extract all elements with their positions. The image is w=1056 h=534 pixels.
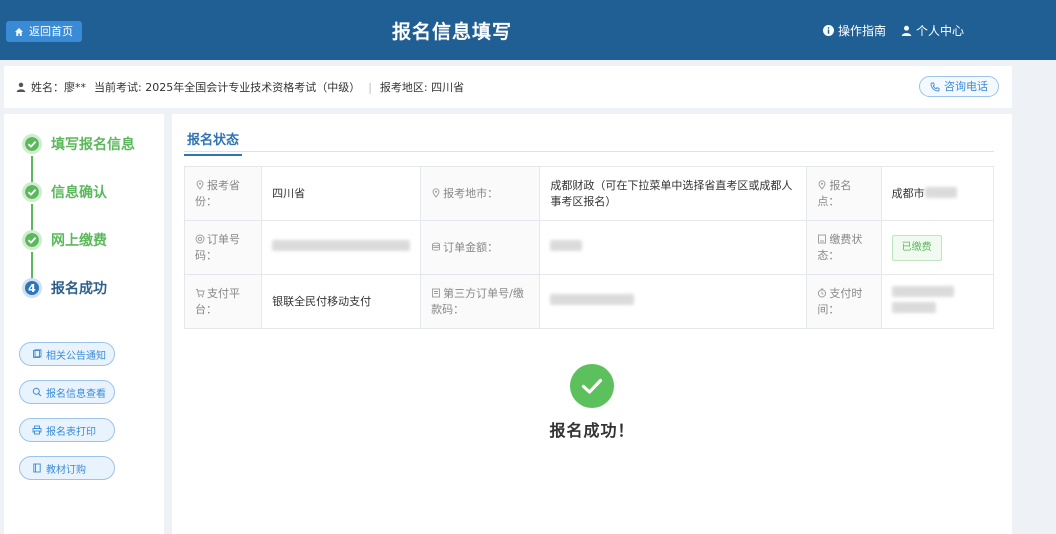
pay-time-value xyxy=(880,274,995,329)
book-icon xyxy=(33,463,41,473)
amount-value xyxy=(539,220,808,275)
redacted-text xyxy=(550,293,635,305)
redacted-text xyxy=(891,285,954,297)
guide-link[interactable]: 操作指南 xyxy=(823,22,886,39)
wallet-icon xyxy=(818,234,827,243)
step-label: 填写报名信息 xyxy=(51,137,135,153)
textbook-order-label: 教材订购 xyxy=(46,464,86,476)
step-fill-info: 填写报名信息 xyxy=(22,134,135,154)
success-message: 报名成功！ xyxy=(549,421,635,440)
third-party-key: 第三方订单号/缴款码： xyxy=(431,286,524,316)
table-key-cell: 订单号码： xyxy=(183,220,263,275)
table-key-cell: 支付时间： xyxy=(806,274,882,329)
info-icon xyxy=(823,25,834,36)
print-form-label: 报名表打印 xyxy=(46,426,96,438)
consult-phone-button[interactable]: 咨询电话 xyxy=(919,76,999,97)
user-icon xyxy=(16,82,26,92)
step-label: 网上缴费 xyxy=(51,233,107,249)
clock-icon xyxy=(818,287,827,297)
order-value xyxy=(261,220,422,275)
candidate-name: 姓名：廖** xyxy=(31,81,86,94)
step-success: 4 报名成功 xyxy=(22,278,107,298)
amount-key: 订单金额： xyxy=(443,240,499,254)
print-icon xyxy=(32,425,42,435)
step-payment: 网上缴费 xyxy=(22,230,107,250)
third-party-value xyxy=(539,274,808,329)
exam-region: 报考地区: 四川省 xyxy=(379,81,465,94)
database-icon xyxy=(432,242,441,251)
print-form-button[interactable]: 报名表打印 xyxy=(19,418,115,442)
top-header: 返回首页 报名信息填写 操作指南 个人中心 xyxy=(0,0,1056,60)
paid-status-badge: 已缴费 xyxy=(891,234,942,261)
announcement-button[interactable]: 相关公告通知 xyxy=(19,342,115,366)
platform-value: 银联全民付移动支付 xyxy=(261,274,422,329)
table-row: 订单号码： 订单金额： 缴费状态： 已缴费 xyxy=(183,220,995,275)
step-done-icon xyxy=(22,134,42,154)
table-key-cell: 订单金额： xyxy=(420,220,541,275)
step-done-icon xyxy=(22,182,42,202)
location-icon xyxy=(196,179,204,190)
progress-sidebar: 填写报名信息 信息确认 网上缴费 4 报名成功 相关公告通知 报名信息查看 报名… xyxy=(4,114,164,534)
step-confirm: 信息确认 xyxy=(22,182,107,202)
step-done-icon xyxy=(22,230,42,250)
table-row: 报考省份： 四川省 报考地市： 成都财政（可在下拉菜单中选择省直考区或成都人事考… xyxy=(183,166,995,221)
current-exam: 当前考试: 2025年全国会计专业技术资格考试（中级） xyxy=(94,81,361,94)
guide-label: 操作指南 xyxy=(838,24,887,38)
success-check-icon xyxy=(570,364,614,408)
notice-icon xyxy=(33,349,42,358)
redacted-text xyxy=(550,239,583,251)
section-header: 报名状态 xyxy=(184,124,994,156)
search-icon xyxy=(32,387,42,397)
textbook-order-button[interactable]: 教材订购 xyxy=(19,456,115,480)
city-value: 成都财政（可在下拉菜单中选择省直考区或成都人事考区报名） xyxy=(539,166,808,221)
table-key-cell: 报考省份： xyxy=(183,166,263,221)
province-value: 四川省 xyxy=(261,166,422,221)
page-title: 报名信息填写 xyxy=(391,21,512,43)
view-info-button[interactable]: 报名信息查看 xyxy=(19,380,115,404)
cart-icon xyxy=(196,288,205,297)
user-icon xyxy=(901,25,912,36)
personal-center-link[interactable]: 个人中心 xyxy=(901,22,964,39)
at-icon xyxy=(195,234,205,243)
redacted-text xyxy=(272,239,411,251)
section-title: 报名状态 xyxy=(184,124,243,156)
step-number-badge: 4 xyxy=(22,278,42,298)
redacted-text xyxy=(891,301,936,313)
table-key-cell: 支付平台： xyxy=(183,274,263,329)
site-value-cell: 成都市 xyxy=(880,166,995,221)
pay-status-cell: 已缴费 xyxy=(880,220,995,275)
city-key: 报考地市： xyxy=(443,186,499,200)
location-icon xyxy=(432,187,440,198)
table-key-cell: 报考地市： xyxy=(420,166,541,221)
consult-phone-label: 咨询电话 xyxy=(944,80,988,93)
location-icon xyxy=(818,179,826,190)
table-key-cell: 第三方订单号/缴款码： xyxy=(420,274,541,329)
success-block: 报名成功！ xyxy=(172,364,1012,441)
site-value: 成都市 xyxy=(891,186,925,200)
main-panel: 报名状态 报考省份： 四川省 报考地市： 成都财政（可在下拉菜单中选择省直考区或… xyxy=(172,114,1012,534)
exam-info-bar: 姓名：廖** 当前考试: 2025年全国会计专业技术资格考试（中级） | 报考地… xyxy=(4,66,1012,108)
table-row: 支付平台： 银联全民付移动支付 第三方订单号/缴款码： 支付时间： xyxy=(183,274,995,329)
document-icon xyxy=(432,288,441,297)
phone-icon xyxy=(930,82,940,91)
step-label: 报名成功 xyxy=(51,281,107,297)
view-info-label: 报名信息查看 xyxy=(46,388,106,400)
table-key-cell: 缴费状态： xyxy=(806,220,882,275)
redacted-text xyxy=(924,186,957,198)
registration-status-table: 报考省份： 四川省 报考地市： 成都财政（可在下拉菜单中选择省直考区或成都人事考… xyxy=(183,166,995,329)
personal-center-label: 个人中心 xyxy=(916,24,965,38)
separator: | xyxy=(368,80,372,94)
step-label: 信息确认 xyxy=(51,185,107,201)
table-key-cell: 报名点： xyxy=(806,166,882,221)
announcement-label: 相关公告通知 xyxy=(46,350,106,362)
